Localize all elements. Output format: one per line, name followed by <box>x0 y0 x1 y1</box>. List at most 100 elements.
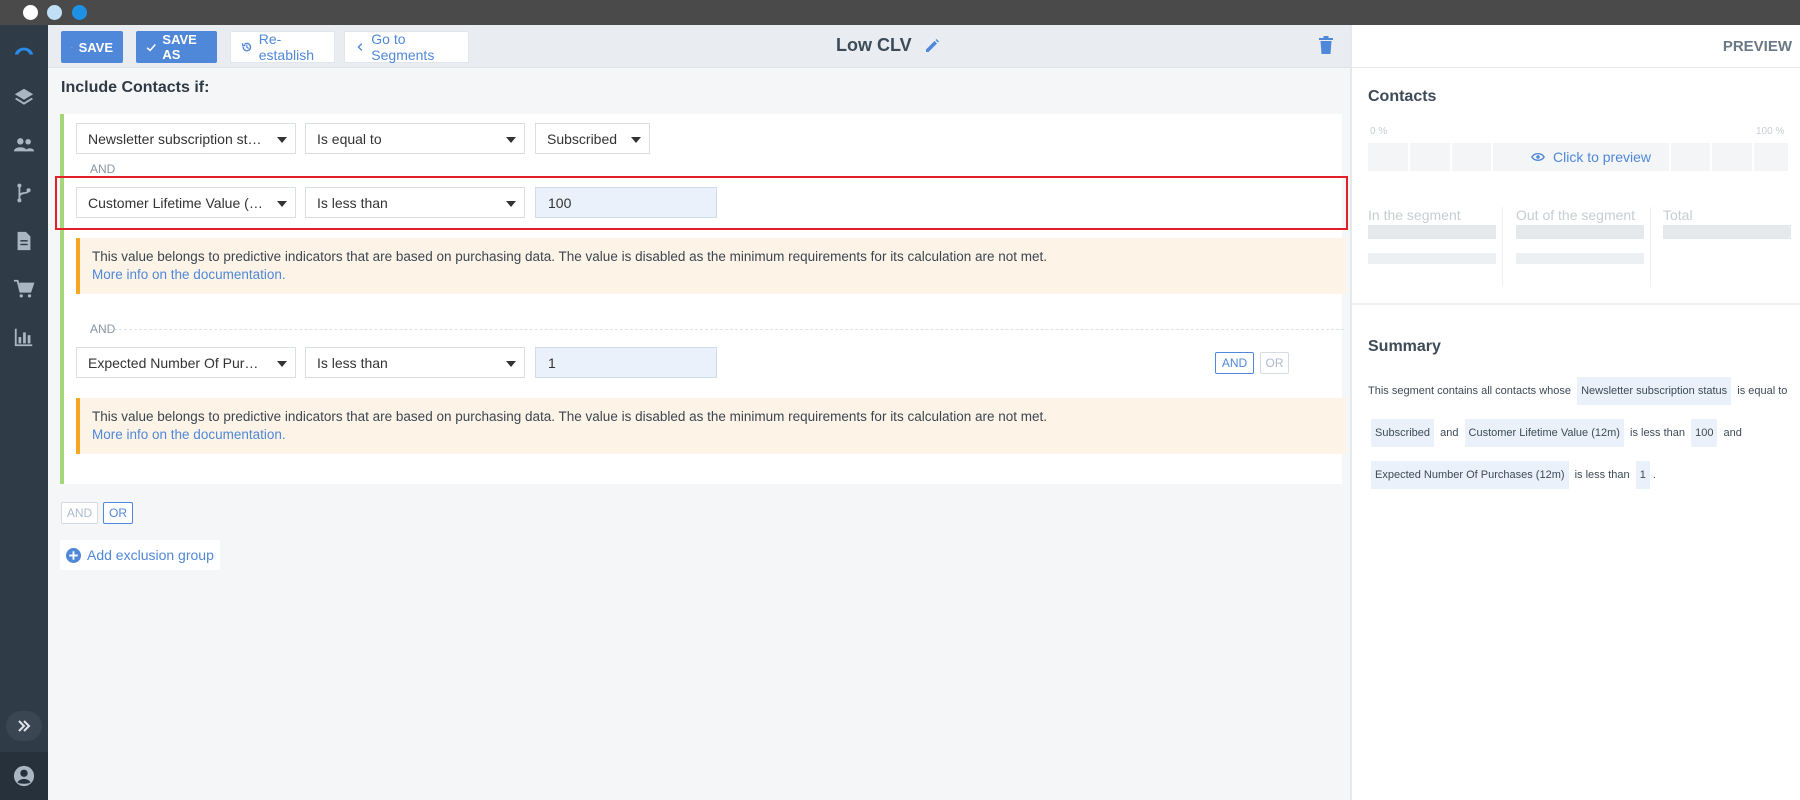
condition-operator-select[interactable]: Is equal to <box>305 123 525 154</box>
condition-field-select[interactable]: Expected Number Of Purchases (12m) <box>76 347 296 378</box>
and-connector: AND <box>90 322 116 336</box>
documentation-link[interactable]: More info on the documentation. <box>92 426 1346 444</box>
percent-max-label: 100 % <box>1756 126 1785 137</box>
click-to-preview-button[interactable]: Click to preview <box>1525 143 1657 171</box>
loading-skeleton <box>1368 253 1496 264</box>
documentation-link[interactable]: More info on the documentation. <box>92 266 1346 284</box>
summary-tag: Newsletter subscription status <box>1577 377 1732 405</box>
edit-pencil-icon[interactable] <box>924 38 940 54</box>
check-icon <box>146 43 156 52</box>
summary-text: This segment contains all contacts whose… <box>1368 370 1788 496</box>
loading-skeleton <box>1516 253 1644 264</box>
contacts-icon[interactable] <box>12 133 36 157</box>
save-button-label: SAVE <box>78 39 113 55</box>
bar-segment <box>1670 143 1711 171</box>
window-minimize-dot[interactable] <box>47 5 62 20</box>
out-segment-stat: Out of the segment <box>1516 207 1644 264</box>
highlighted-condition-frame <box>55 176 1348 230</box>
notice-text: This value belongs to predictive indicat… <box>92 409 1048 424</box>
re-establish-button[interactable]: Re-establish <box>230 31 335 63</box>
preview-header: PREVIEW <box>1352 25 1800 68</box>
left-navigation <box>0 25 48 800</box>
brand-logo-icon[interactable] <box>12 37 36 61</box>
go-to-segments-label: Go to Segments <box>371 31 435 63</box>
loading-skeleton <box>1516 225 1644 239</box>
reports-chart-icon[interactable] <box>12 325 36 349</box>
percent-min-label: 0 % <box>1370 126 1388 137</box>
top-toolbar: SAVE SAVE AS Re-establish Go to Segments… <box>48 25 1350 68</box>
group-and-button[interactable]: AND <box>61 502 98 524</box>
condition-value-select[interactable]: Subscribed <box>535 123 650 154</box>
preview-label: PREVIEW <box>1722 38 1792 55</box>
plus-circle-icon <box>66 547 81 563</box>
caret-down-icon <box>277 137 287 143</box>
caret-down-icon <box>631 137 641 143</box>
summary-tag: 100 <box>1691 419 1718 447</box>
page-title: Low CLV <box>836 35 912 55</box>
summary-tag: Subscribed <box>1371 419 1435 447</box>
go-to-segments-button[interactable]: Go to Segments <box>344 31 469 63</box>
in-segment-label: In the segment <box>1368 207 1461 223</box>
divider <box>94 329 1344 330</box>
window-titlebar <box>0 0 1800 25</box>
predictive-notice: This value belongs to predictive indicat… <box>76 238 1346 294</box>
condition-group: Newsletter subscription status Is equal … <box>60 114 1346 484</box>
include-contacts-title: Include Contacts if: <box>61 79 210 96</box>
trash-icon <box>1319 36 1333 54</box>
save-as-button[interactable]: SAVE AS <box>136 31 217 63</box>
stat-separator <box>1650 207 1651 287</box>
group-or-button[interactable]: OR <box>103 502 133 524</box>
total-label: Total <box>1663 207 1693 223</box>
bar-segment <box>1368 143 1408 171</box>
caret-down-icon <box>506 137 516 143</box>
eye-icon <box>1531 153 1545 161</box>
add-or-condition-button[interactable]: OR <box>1260 352 1289 374</box>
caret-down-icon <box>277 361 287 367</box>
contacts-heading: Contacts <box>1368 88 1437 105</box>
condition-field-select[interactable]: Newsletter subscription status <box>76 123 296 154</box>
notice-text: This value belongs to predictive indicat… <box>92 249 1048 264</box>
document-icon[interactable] <box>12 229 36 253</box>
out-segment-label: Out of the segment <box>1516 207 1636 223</box>
segment-title-area: Low CLV <box>836 35 940 56</box>
check-icon <box>71 46 73 48</box>
summary-tag: 1 <box>1635 461 1650 489</box>
add-exclusion-group-button[interactable]: Add exclusion group <box>60 540 220 570</box>
user-profile-button[interactable] <box>0 752 48 800</box>
expand-sidebar-button[interactable] <box>6 711 42 741</box>
history-icon <box>241 42 252 52</box>
preview-panel: PREVIEW Contacts 0 % 100 % Click to prev… <box>1350 25 1800 800</box>
window-maximize-dot[interactable] <box>72 5 87 20</box>
condition-operator-select[interactable]: Is less than <box>305 347 525 378</box>
double-chevron-right-icon <box>18 720 31 732</box>
cart-icon[interactable] <box>12 277 36 301</box>
save-button[interactable]: SAVE <box>61 31 123 63</box>
save-as-button-label: SAVE AS <box>162 32 197 62</box>
bar-segment <box>1409 143 1450 171</box>
layers-icon[interactable] <box>12 85 36 109</box>
loading-skeleton <box>1663 225 1791 239</box>
predictive-notice: This value belongs to predictive indicat… <box>76 398 1346 454</box>
and-connector: AND <box>90 162 116 176</box>
stat-separator <box>1502 207 1503 287</box>
in-segment-stat: In the segment <box>1368 207 1496 264</box>
add-exclusion-label: Add exclusion group <box>87 547 214 563</box>
bar-segment <box>1754 143 1788 171</box>
summary-tag: Customer Lifetime Value (12m) <box>1464 419 1624 447</box>
add-and-condition-button[interactable]: AND <box>1215 352 1254 374</box>
chevron-left-icon <box>357 43 363 51</box>
delete-button[interactable] <box>1318 35 1334 60</box>
re-establish-label: Re-establish <box>258 31 314 63</box>
total-stat: Total <box>1663 207 1791 239</box>
click-to-preview-label: Click to preview <box>1552 149 1652 165</box>
segment-editor: Include Contacts if: Newsletter subscrip… <box>48 68 1350 800</box>
panel-divider <box>1352 303 1800 305</box>
condition-value-input[interactable]: 1 <box>535 347 717 378</box>
summary-heading: Summary <box>1368 338 1441 355</box>
workflow-icon[interactable] <box>12 181 36 205</box>
window-close-dot[interactable] <box>23 5 38 20</box>
bar-segment <box>1451 143 1492 171</box>
user-avatar-icon <box>13 765 35 787</box>
caret-down-icon <box>506 361 516 367</box>
summary-tag: Expected Number Of Purchases (12m) <box>1371 461 1569 489</box>
